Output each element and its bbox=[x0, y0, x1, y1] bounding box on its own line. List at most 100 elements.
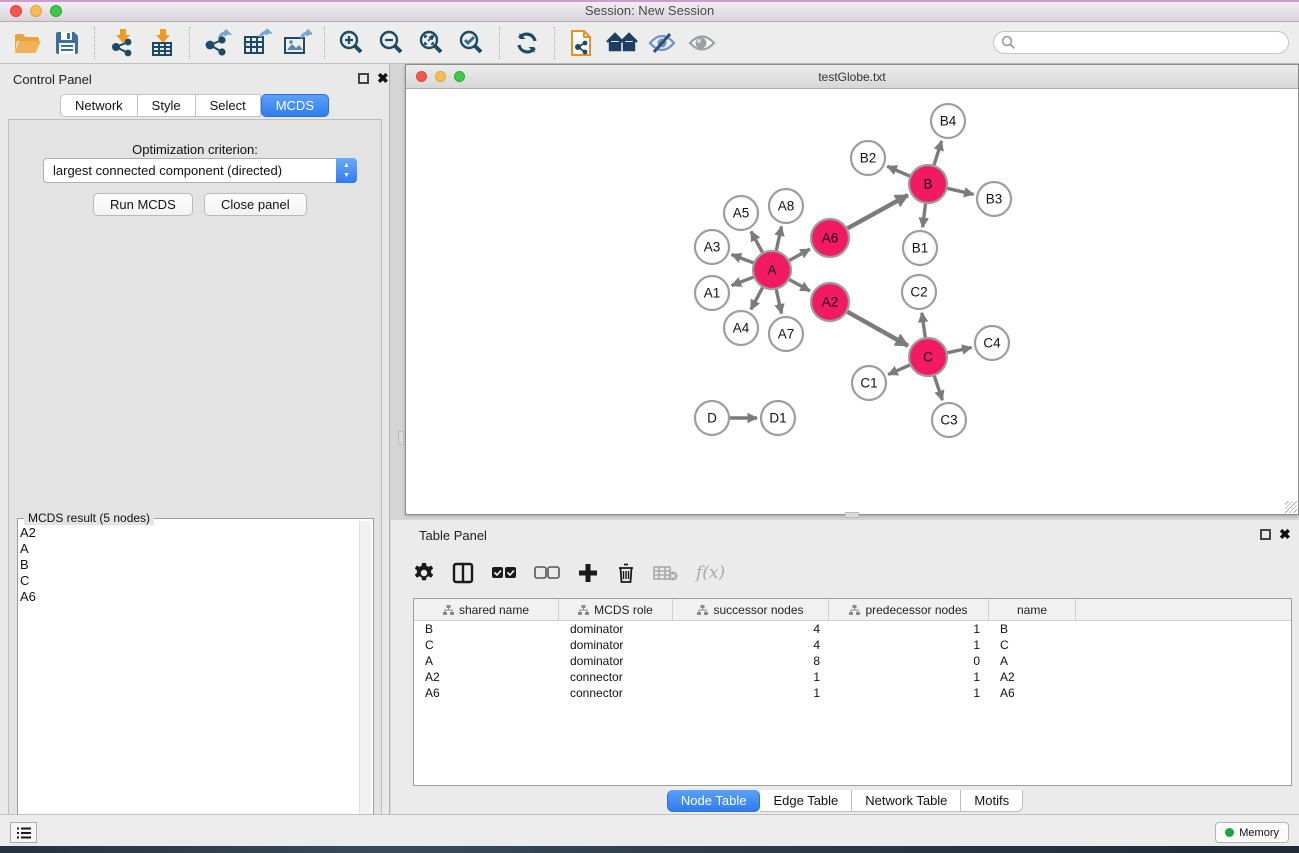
node-A3[interactable]: A3 bbox=[695, 230, 729, 264]
cell[interactable]: A bbox=[414, 653, 559, 669]
import-network-icon[interactable] bbox=[105, 27, 139, 59]
open-session-icon[interactable] bbox=[10, 27, 44, 59]
node-B3[interactable]: B3 bbox=[977, 182, 1011, 216]
node-D1[interactable]: D1 bbox=[761, 401, 795, 435]
edge-A-A5[interactable] bbox=[751, 231, 763, 253]
node-A[interactable]: A bbox=[753, 251, 791, 289]
cell[interactable]: C bbox=[989, 637, 1076, 653]
node-B[interactable]: B bbox=[909, 165, 947, 203]
node-table[interactable]: shared nameMCDS rolesuccessor nodesprede… bbox=[413, 598, 1292, 786]
result-item[interactable]: C bbox=[20, 573, 36, 589]
result-item[interactable]: A6 bbox=[20, 589, 36, 605]
cell[interactable]: B bbox=[414, 621, 559, 637]
cell[interactable]: A bbox=[989, 653, 1076, 669]
float-panel-icon[interactable] bbox=[358, 73, 369, 84]
cell[interactable]: connector bbox=[559, 685, 673, 701]
cell[interactable]: A6 bbox=[414, 685, 559, 701]
edge-B-B2[interactable] bbox=[887, 166, 910, 176]
tab-node-table[interactable]: Node Table bbox=[667, 790, 761, 812]
edge-A-A6[interactable] bbox=[789, 249, 810, 261]
edge-B-B1[interactable] bbox=[923, 203, 926, 227]
select-all-checks-icon[interactable] bbox=[491, 566, 517, 580]
zoom-out-icon[interactable] bbox=[375, 27, 409, 59]
cell[interactable]: dominator bbox=[559, 653, 673, 669]
tab-mcds[interactable]: MCDS bbox=[261, 94, 329, 117]
criterion-dropdown[interactable]: largest connected component (directed) ▲… bbox=[43, 158, 357, 183]
tab-style[interactable]: Style bbox=[138, 94, 196, 117]
cell[interactable]: 1 bbox=[829, 621, 989, 637]
edge-B-B3[interactable] bbox=[947, 188, 974, 194]
cell[interactable]: A2 bbox=[989, 669, 1076, 685]
node-C4[interactable]: C4 bbox=[975, 326, 1009, 360]
tab-select[interactable]: Select bbox=[196, 94, 261, 117]
result-item[interactable]: A bbox=[20, 541, 36, 557]
column-layout-icon[interactable] bbox=[452, 562, 474, 584]
column-header-predecessor-nodes[interactable]: predecessor nodes bbox=[829, 599, 989, 620]
node-A7[interactable]: A7 bbox=[769, 317, 803, 351]
cell[interactable]: 0 bbox=[829, 653, 989, 669]
zoom-window-button[interactable] bbox=[50, 5, 62, 17]
cell[interactable]: 4 bbox=[673, 637, 829, 653]
zoom-fit-icon[interactable] bbox=[415, 27, 449, 59]
window-resize-handle[interactable] bbox=[1285, 501, 1297, 513]
close-panel-icon[interactable]: ✖ bbox=[377, 70, 389, 87]
result-scrollbar[interactable] bbox=[359, 521, 371, 852]
close-window-button[interactable] bbox=[10, 5, 22, 17]
home-icon[interactable] bbox=[605, 27, 639, 59]
mcds-result-list[interactable]: A2ABCA6 bbox=[20, 525, 36, 605]
network-zoom-button[interactable] bbox=[454, 71, 465, 82]
show-eye-icon[interactable] bbox=[685, 27, 719, 59]
settings-gear-icon[interactable] bbox=[413, 562, 435, 584]
edge-A-A8[interactable] bbox=[776, 227, 781, 252]
import-table-icon[interactable] bbox=[145, 27, 179, 59]
network-close-button[interactable] bbox=[416, 71, 427, 82]
close-panel-button[interactable]: Close panel bbox=[204, 193, 307, 216]
column-header-shared-name[interactable]: shared name bbox=[414, 599, 559, 620]
column-header-MCDS-role[interactable]: MCDS role bbox=[559, 599, 673, 620]
minimize-window-button[interactable] bbox=[30, 5, 42, 17]
cell[interactable]: 1 bbox=[673, 685, 829, 701]
cell[interactable]: 1 bbox=[673, 669, 829, 685]
add-column-icon[interactable] bbox=[577, 562, 599, 584]
network-minimize-button[interactable] bbox=[435, 71, 446, 82]
node-A4[interactable]: A4 bbox=[724, 311, 758, 345]
run-mcds-button[interactable]: Run MCDS bbox=[93, 193, 193, 216]
node-B1[interactable]: B1 bbox=[903, 231, 937, 265]
result-item[interactable]: B bbox=[20, 557, 36, 573]
table-row[interactable]: Cdominator41C bbox=[414, 637, 1291, 653]
node-C[interactable]: C bbox=[909, 338, 947, 376]
column-header-name[interactable]: name bbox=[989, 599, 1076, 620]
network-canvas[interactable]: AA1A2A3A4A5A6A7A8BB1B2B3B4CC1C2C3C4DD1 bbox=[406, 89, 1298, 514]
hide-eye-icon[interactable] bbox=[645, 27, 679, 59]
node-A8[interactable]: A8 bbox=[769, 189, 803, 223]
cell[interactable]: 4 bbox=[673, 621, 829, 637]
cell[interactable]: B bbox=[989, 621, 1076, 637]
table-row[interactable]: A2connector11A2 bbox=[414, 669, 1291, 685]
tab-edge-table[interactable]: Edge Table bbox=[760, 790, 852, 812]
node-B4[interactable]: B4 bbox=[931, 104, 965, 138]
table-row[interactable]: Adominator80A bbox=[414, 653, 1291, 669]
edge-A-A7[interactable] bbox=[776, 289, 781, 314]
tab-network[interactable]: Network bbox=[60, 94, 138, 117]
node-C2[interactable]: C2 bbox=[902, 275, 936, 309]
cell[interactable]: 1 bbox=[829, 637, 989, 653]
edge-A-A3[interactable] bbox=[732, 255, 755, 264]
cell[interactable]: A6 bbox=[989, 685, 1076, 701]
refresh-icon[interactable] bbox=[510, 27, 544, 59]
column-header-successor-nodes[interactable]: successor nodes bbox=[673, 599, 829, 620]
edge-B-B4[interactable] bbox=[934, 141, 942, 166]
cell[interactable]: 1 bbox=[829, 685, 989, 701]
edge-A2-C[interactable] bbox=[847, 311, 908, 345]
edge-A-A4[interactable] bbox=[751, 287, 763, 310]
delete-column-trash-icon[interactable] bbox=[616, 562, 636, 584]
node-A5[interactable]: A5 bbox=[724, 196, 758, 230]
node-A1[interactable]: A1 bbox=[695, 276, 729, 310]
edge-A6-B[interactable] bbox=[847, 195, 908, 229]
edge-C-C4[interactable] bbox=[947, 347, 972, 352]
zoom-selected-icon[interactable] bbox=[455, 27, 489, 59]
tab-network-table[interactable]: Network Table bbox=[852, 790, 961, 812]
edge-A-A1[interactable] bbox=[732, 277, 755, 286]
memory-button[interactable]: Memory bbox=[1215, 822, 1289, 843]
export-table-icon[interactable] bbox=[240, 27, 274, 59]
network-scroll-thumb-bottom[interactable] bbox=[845, 512, 859, 518]
